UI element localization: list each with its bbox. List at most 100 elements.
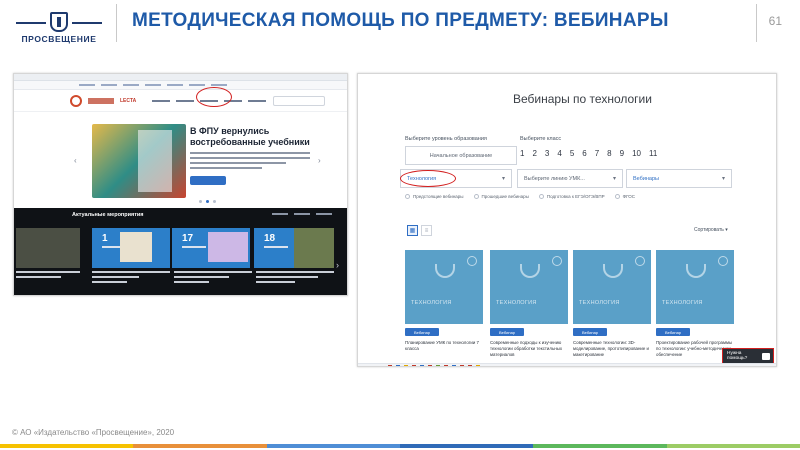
page-number: 61	[768, 14, 782, 28]
stripe-segment	[399, 444, 534, 448]
chevron-down-icon: ▾	[721, 176, 725, 182]
sort-dropdown[interactable]: Сортировать ▾	[694, 227, 728, 233]
webinar-title[interactable]: Современные технологии: 3D-моделирование…	[573, 340, 651, 358]
russian-textbook-logo-icon	[70, 94, 82, 107]
webinar-card[interactable]: ТЕХНОЛОГИЯ Вебинар Проектирование рабоче…	[656, 250, 734, 358]
slide-title: МЕТОДИЧЕСКАЯ ПОМОЩЬ ПО ПРЕДМЕТУ: ВЕБИНАР…	[132, 10, 669, 31]
grade-option[interactable]: 2	[532, 149, 536, 158]
browser-bar	[14, 74, 347, 81]
site-header: LECTA	[14, 90, 347, 112]
webinar-title[interactable]: Современные подходы к изучению технологи…	[490, 340, 568, 358]
stripe-segment	[0, 444, 134, 448]
taskbar	[358, 363, 776, 366]
level-select[interactable]: Начальное образование	[405, 146, 517, 165]
grade-option[interactable]: 10	[632, 149, 641, 158]
publisher-emblem-icon	[635, 256, 645, 266]
grade-label: Выберите класс	[520, 136, 562, 142]
hero-prev-arrow-icon[interactable]: ‹	[74, 156, 77, 165]
webinar-tag: Вебинар	[656, 328, 690, 336]
webinar-card[interactable]: ТЕХНОЛОГИЯ Вебинар Современные технологи…	[573, 250, 651, 358]
logo-text: ПРОСВЕЩЕНИЕ	[21, 34, 97, 44]
stripe-segment	[266, 444, 400, 448]
grade-picker[interactable]: 1 2 3 4 5 6 7 8 9 10 11	[520, 149, 657, 158]
filter-exam-prep[interactable]: Подготовка к ЕГЭ/ОГЭ/ВПР	[538, 194, 605, 199]
chevron-down-icon: ▾	[501, 176, 505, 182]
mortar-icon	[603, 264, 623, 278]
hero-next-arrow-icon[interactable]: ›	[318, 156, 321, 165]
list-view-icon[interactable]: ≡	[421, 225, 432, 236]
mortar-icon	[520, 264, 540, 278]
chat-bubble-icon	[762, 352, 770, 360]
search-input[interactable]	[273, 96, 325, 106]
event-illustration	[208, 232, 248, 262]
grade-option[interactable]: 7	[595, 149, 599, 158]
hero-title: В ФПУ вернулись востребованные учебники	[190, 126, 310, 147]
filter-past[interactable]: Прошедшие вебинары	[473, 194, 529, 199]
events-next-arrow-icon[interactable]: ›	[336, 260, 339, 270]
grade-option[interactable]: 5	[570, 149, 574, 158]
chevron-down-icon: ▾	[612, 176, 616, 182]
grid-view-icon[interactable]: ▦	[407, 225, 418, 236]
grade-option[interactable]: 9	[620, 149, 624, 158]
webinar-tag: Вебинар	[490, 328, 524, 336]
subject-highlight	[400, 170, 456, 187]
event-caption	[92, 271, 170, 289]
webinars-screenshot: Вебинары по технологии Выберите уровень …	[357, 73, 777, 367]
header-divider	[116, 4, 117, 42]
publisher-emblem-icon	[467, 256, 477, 266]
webinar-card[interactable]: ТЕХНОЛОГИЯ Вебинар Планирование УМК по т…	[405, 250, 483, 352]
mortar-icon	[686, 264, 706, 278]
hero-banner: ‹ В ФПУ вернулись востребованные учебник…	[14, 112, 347, 208]
event-caption	[174, 271, 252, 289]
webinars-page-title: Вебинары по технологии	[513, 92, 652, 106]
level-label: Выберите уровень образования	[405, 136, 487, 142]
russian-textbook-wordmark	[88, 97, 114, 104]
type-select[interactable]: Вебинары ▾	[626, 169, 732, 188]
grade-option[interactable]: 11	[649, 149, 657, 158]
webinar-card-image: ТЕХНОЛОГИЯ	[405, 250, 483, 324]
stripe-segment	[133, 444, 267, 448]
filter-fgos[interactable]: ФГОС	[614, 194, 635, 199]
stripe-segment	[533, 444, 667, 448]
event-illustration	[120, 232, 152, 262]
stripe-segment	[666, 444, 800, 448]
filter-upcoming[interactable]: Предстоящие вебинары	[405, 194, 464, 199]
hero-dots[interactable]	[199, 200, 216, 203]
event-photo	[294, 228, 334, 268]
logo-line-right	[72, 22, 102, 24]
grade-option[interactable]: 1	[520, 149, 524, 158]
webinar-card-image: ТЕХНОЛОГИЯ	[490, 250, 568, 324]
grade-option[interactable]: 6	[582, 149, 586, 158]
grade-option[interactable]: 3	[545, 149, 549, 158]
event-caption	[16, 271, 80, 289]
publisher-emblem-icon	[718, 256, 728, 266]
events-tabs[interactable]	[272, 213, 332, 215]
webinar-card[interactable]: ТЕХНОЛОГИЯ Вебинар Современные подходы к…	[490, 250, 568, 358]
footer-stripe	[0, 442, 800, 450]
webinar-tag: Вебинар	[573, 328, 607, 336]
event-caption	[256, 271, 334, 289]
hero-more-button[interactable]	[190, 176, 226, 185]
page-number-divider	[756, 4, 757, 42]
webinar-card-image: ТЕХНОЛОГИЯ	[573, 250, 651, 324]
webinar-card-image: ТЕХНОЛОГИЯ	[656, 250, 734, 324]
publisher-emblem-icon	[552, 256, 562, 266]
logo-emblem-icon	[50, 12, 68, 32]
event-photo	[16, 228, 80, 268]
webinar-title[interactable]: Планирование УМК по технологии 7 класса	[405, 340, 483, 352]
hero-books-image	[92, 124, 186, 198]
events-section: Актуальные мероприятия ‹ 1 17 18	[14, 208, 347, 295]
webinar-tag: Вебинар	[405, 328, 439, 336]
logo-line-left	[16, 22, 46, 24]
grade-option[interactable]: 8	[607, 149, 611, 158]
top-nav	[14, 81, 347, 90]
copyright: © АО «Издательство «Просвещение», 2020	[12, 428, 175, 437]
umk-select[interactable]: Выберите линию УМК... ▾	[517, 169, 623, 188]
help-chat-button[interactable]: Нужна помощь?	[722, 348, 774, 364]
homepage-screenshot: LECTA ‹ В ФПУ вернулись востребованные у…	[13, 73, 348, 296]
events-title: Актуальные мероприятия	[72, 212, 144, 218]
webinars-menu-highlight	[196, 87, 232, 107]
filter-checkboxes: Предстоящие вебинары Прошедшие вебинары …	[405, 194, 635, 199]
grade-option[interactable]: 4	[557, 149, 561, 158]
prosveshchenie-logo: ПРОСВЕЩЕНИЕ	[14, 10, 104, 44]
